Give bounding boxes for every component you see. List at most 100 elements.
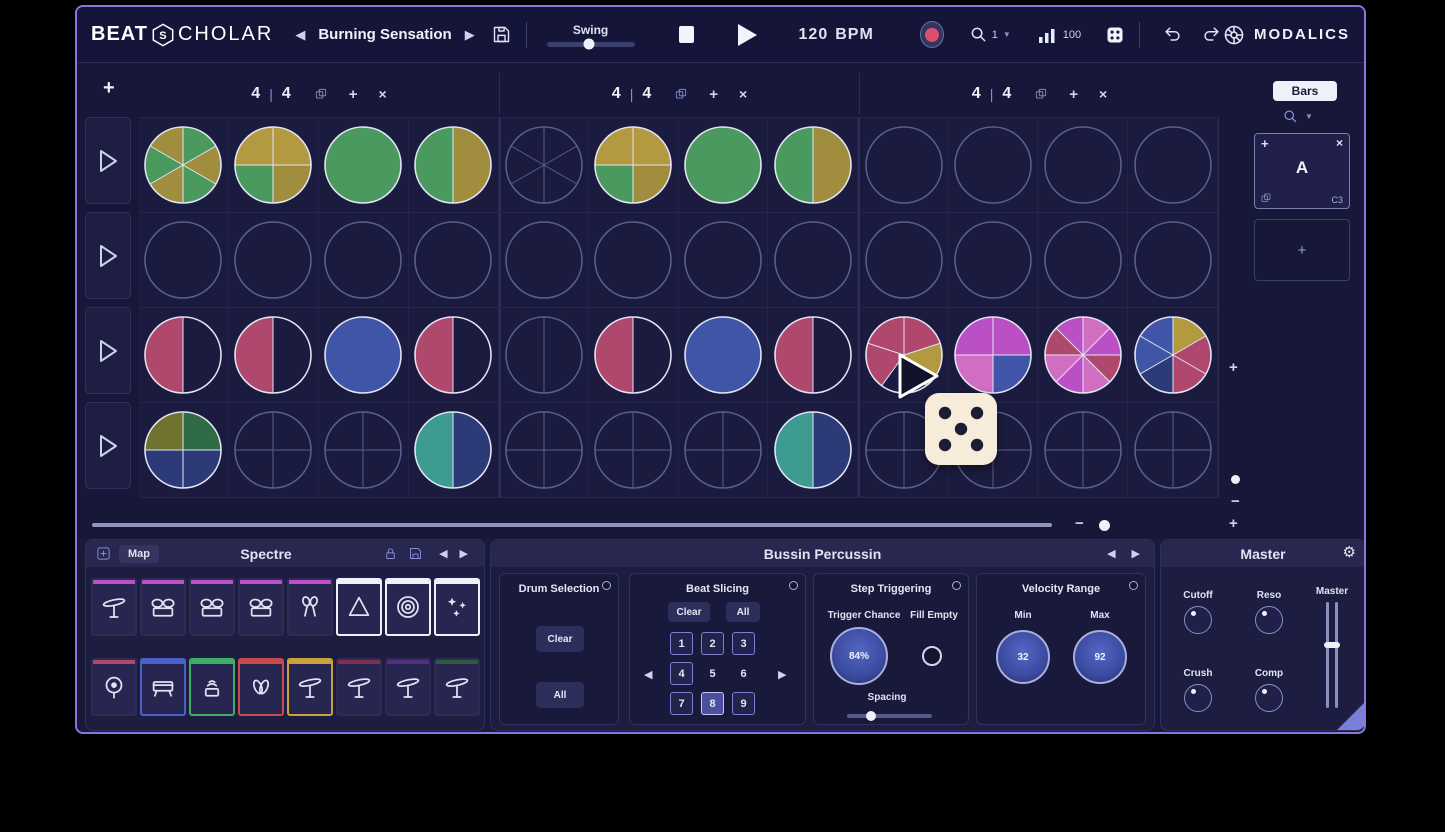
slice-next-button[interactable]: ▶ xyxy=(778,668,786,681)
beat-cell-r4-c2[interactable] xyxy=(229,403,319,497)
record-button[interactable] xyxy=(920,21,944,48)
beat-cell-r1-c4[interactable] xyxy=(409,118,499,212)
horizontal-zoom-handle[interactable] xyxy=(1099,520,1110,531)
beat-cell-r2-c1[interactable] xyxy=(139,213,229,307)
slice-number-9[interactable]: 9 xyxy=(732,692,755,715)
beat-cell-r3-c3[interactable] xyxy=(319,308,409,402)
remove-bar-button[interactable]: × xyxy=(1099,86,1107,102)
next-kit-button[interactable]: ▶ xyxy=(454,543,474,564)
drum-pad-bottom-1-kick[interactable] xyxy=(91,658,137,716)
beat-cell-r3-c8[interactable] xyxy=(768,308,858,402)
drum-pad-bottom-4-clap[interactable] xyxy=(238,658,284,716)
redo-button[interactable] xyxy=(1200,24,1222,46)
play-button[interactable] xyxy=(738,24,757,46)
master-volume-slider[interactable] xyxy=(1324,602,1340,708)
copy-bar-icon[interactable] xyxy=(1034,87,1048,101)
swing-slider[interactable] xyxy=(547,42,635,47)
beat-cell-r2-c3[interactable] xyxy=(319,213,409,307)
vertical-zoom-out-button[interactable]: − xyxy=(1231,493,1240,510)
beat-cell-r4-c11[interactable] xyxy=(1038,403,1128,497)
beat-cell-r3-c2[interactable] xyxy=(229,308,319,402)
time-sig-denominator[interactable]: 4 xyxy=(282,85,291,103)
velocity-control[interactable]: 100 xyxy=(1037,25,1081,44)
undo-button[interactable] xyxy=(1162,24,1184,46)
time-sig-denominator[interactable]: 4 xyxy=(1002,85,1011,103)
beat-cell-r3-c11[interactable] xyxy=(1038,308,1128,402)
pattern-slot-empty[interactable]: + xyxy=(1254,219,1350,281)
slice-number-4[interactable]: 4 xyxy=(670,662,693,685)
beat-cell-r4-c8[interactable] xyxy=(768,403,858,497)
beat-cell-r2-c11[interactable] xyxy=(1038,213,1128,307)
prev-song-button[interactable]: ◀ xyxy=(289,23,311,47)
slice-number-7[interactable]: 7 xyxy=(670,692,693,715)
resize-corner-handle[interactable] xyxy=(1337,702,1365,730)
beat-cell-r3-c4[interactable] xyxy=(409,308,499,402)
pattern-slot-a[interactable]: + × A C3 xyxy=(1254,133,1350,209)
row-play-button-4[interactable] xyxy=(85,402,131,489)
row-play-button-2[interactable] xyxy=(85,212,131,299)
drum-pad-top-2-drumkit[interactable] xyxy=(140,578,186,636)
beat-cell-r2-c5[interactable] xyxy=(499,213,589,307)
time-sig-numerator[interactable]: 4 xyxy=(612,85,621,103)
drum-pad-top-7-spiral[interactable] xyxy=(385,578,431,636)
beat-cell-r1-c12[interactable] xyxy=(1128,118,1218,212)
beat-cell-r3-c10[interactable] xyxy=(948,308,1038,402)
remove-bar-button[interactable]: × xyxy=(739,86,747,102)
slice-number-6[interactable]: 6 xyxy=(732,662,755,685)
drum-pad-top-6-triangle[interactable] xyxy=(336,578,382,636)
pattern-copy-icon[interactable] xyxy=(1260,192,1272,204)
beat-cell-r2-c8[interactable] xyxy=(768,213,858,307)
next-song-button[interactable]: ▶ xyxy=(459,23,481,47)
prev-room-button[interactable]: ◀ xyxy=(1107,547,1115,560)
trigger-chance-knob[interactable]: 84% xyxy=(830,627,888,685)
beat-cell-r2-c12[interactable] xyxy=(1128,213,1218,307)
drum-pad-top-5-shaker[interactable] xyxy=(287,578,333,636)
beat-slicing-led[interactable] xyxy=(789,581,798,590)
drum-pad-top-3-drumkit[interactable] xyxy=(189,578,235,636)
swing-slider-handle[interactable] xyxy=(583,39,594,50)
quantize-control[interactable]: 1 ▼ xyxy=(970,26,1011,43)
beat-cell-r1-c5[interactable] xyxy=(499,118,589,212)
remove-bar-button[interactable]: × xyxy=(379,86,387,102)
drum-pad-bottom-5-cymbal[interactable] xyxy=(287,658,333,716)
drum-pad-top-4-drumkit[interactable] xyxy=(238,578,284,636)
drum-selection-led[interactable] xyxy=(602,581,611,590)
randomize-button[interactable] xyxy=(1105,25,1125,45)
beat-slicing-clear-button[interactable]: Clear xyxy=(668,602,710,622)
drum-selection-all-button[interactable]: All xyxy=(536,682,584,708)
copy-bar-icon[interactable] xyxy=(314,87,328,101)
time-sig-denominator[interactable]: 4 xyxy=(642,85,651,103)
prev-kit-button[interactable]: ◀ xyxy=(433,543,453,564)
drum-pad-top-8-stars[interactable] xyxy=(434,578,480,636)
copy-bar-icon[interactable] xyxy=(674,87,688,101)
beat-cell-r2-c9[interactable] xyxy=(858,213,948,307)
beat-cell-r3-c6[interactable] xyxy=(589,308,679,402)
add-beat-button[interactable]: + xyxy=(349,86,358,103)
master-volume-handle[interactable] xyxy=(1324,642,1340,648)
pattern-dropdown-icon[interactable]: ▼ xyxy=(1305,112,1313,121)
add-beat-button[interactable]: + xyxy=(1069,86,1078,103)
drum-selection-clear-button[interactable]: Clear xyxy=(536,626,584,652)
slice-prev-button[interactable]: ◀ xyxy=(644,668,652,681)
time-sig-numerator[interactable]: 4 xyxy=(972,85,981,103)
next-room-button[interactable]: ▶ xyxy=(1132,547,1140,560)
crush-knob[interactable] xyxy=(1184,684,1212,712)
slice-number-8[interactable]: 8 xyxy=(701,692,724,715)
drum-pad-bottom-2-snare[interactable] xyxy=(140,658,186,716)
beat-cell-r3-c12[interactable] xyxy=(1128,308,1218,402)
beat-cell-r4-c7[interactable] xyxy=(679,403,769,497)
save-button[interactable] xyxy=(491,24,512,45)
cutoff-knob[interactable] xyxy=(1184,606,1212,634)
beat-cell-r1-c11[interactable] xyxy=(1038,118,1128,212)
beat-cell-r4-c4[interactable] xyxy=(409,403,499,497)
spacing-slider-handle[interactable] xyxy=(866,711,876,721)
time-sig-numerator[interactable]: 4 xyxy=(251,85,260,103)
drum-pad-bottom-8-cymbal[interactable] xyxy=(434,658,480,716)
spacing-slider[interactable] xyxy=(847,714,932,718)
pattern-add-icon[interactable]: + xyxy=(1261,136,1269,151)
fill-empty-toggle[interactable] xyxy=(922,646,942,666)
beat-slicing-all-button[interactable]: All xyxy=(726,602,760,622)
beat-cell-r1-c2[interactable] xyxy=(229,118,319,212)
beat-cell-r2-c4[interactable] xyxy=(409,213,499,307)
horizontal-zoom-out-button[interactable]: − xyxy=(1075,515,1084,532)
